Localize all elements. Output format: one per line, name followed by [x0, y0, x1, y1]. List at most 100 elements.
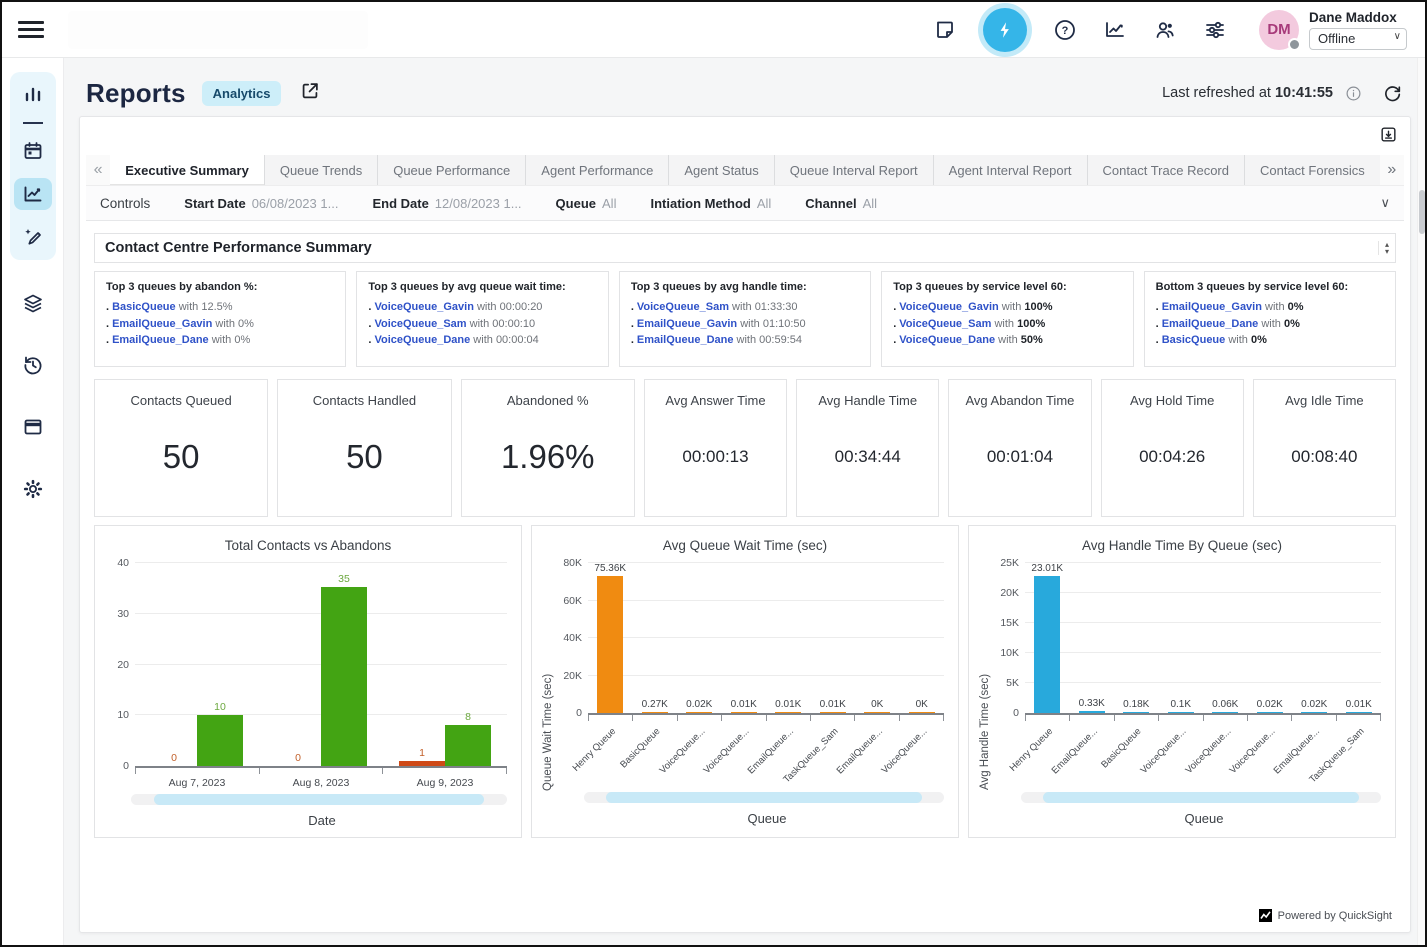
bar-emailqueue-1[interactable]	[1079, 711, 1105, 713]
chart-scrollbar-thumb[interactable]	[154, 794, 485, 805]
y-tick-label: 25K	[1000, 557, 1019, 569]
filter-end-date[interactable]: End Date12/08/2023 1...	[372, 196, 521, 211]
workspace-icon[interactable]	[20, 414, 46, 440]
tab-agent-status[interactable]: Agent Status	[668, 155, 773, 185]
chart-scrollbar-thumb[interactable]	[606, 792, 923, 803]
external-link-icon[interactable]	[299, 80, 321, 107]
window-scrollbar-thumb[interactable]	[1419, 190, 1425, 234]
y-axis-label: Avg Handle Time (sec)	[977, 563, 993, 831]
hamburger-menu-icon[interactable]	[18, 21, 44, 38]
settings-gear-icon[interactable]	[20, 476, 46, 502]
bullet: .	[106, 318, 109, 330]
filter-start-date[interactable]: Start Date06/08/2023 1...	[184, 196, 338, 211]
bar-basicqueue-2[interactable]	[1123, 712, 1149, 714]
queue-link[interactable]: EmailQueue_Gavin	[637, 318, 737, 330]
insight-line: .BasicQueue with 0%	[1156, 332, 1384, 349]
tab-executive-summary[interactable]: Executive Summary	[110, 155, 264, 185]
bar-voicequeue-2[interactable]	[686, 712, 712, 714]
queue-link[interactable]: VoiceQueue_Gavin	[374, 301, 473, 313]
tab-contact-trace-record[interactable]: Contact Trace Record	[1087, 155, 1244, 185]
download-icon[interactable]	[1379, 125, 1398, 149]
help-icon[interactable]: ?	[1053, 18, 1077, 42]
bar-henry-queue-0[interactable]	[1034, 576, 1060, 713]
analytics-icon[interactable]	[1103, 18, 1127, 42]
layers-icon[interactable]	[20, 290, 46, 316]
queue-link[interactable]: EmailQueue_Dane	[637, 334, 734, 346]
summary-scrollbar[interactable]: ▴ ▾	[1378, 241, 1389, 255]
tab-contact-forensics[interactable]: Contact Forensics	[1244, 155, 1380, 185]
bar-value-label: 0.02K	[686, 699, 712, 710]
bar-henry-queue-0[interactable]	[597, 576, 623, 713]
queue-link[interactable]: BasicQueue	[112, 301, 176, 313]
queue-link[interactable]: VoiceQueue_Gavin	[899, 301, 998, 313]
bar-emailqueue-4[interactable]	[775, 712, 801, 714]
insight-line: .EmailQueue_Dane with 0%	[1156, 316, 1384, 333]
design-icon[interactable]	[20, 224, 46, 250]
queue-link[interactable]: EmailQueue_Gavin	[112, 318, 212, 330]
chart-scrollbar-thumb[interactable]	[1043, 792, 1360, 803]
bar-chart-icon[interactable]	[20, 82, 46, 108]
tab-agent-performance[interactable]: Agent Performance	[525, 155, 668, 185]
bar-voicequeue-5[interactable]	[1257, 712, 1283, 714]
avatar[interactable]: DM	[1259, 10, 1299, 50]
tabs-prev-icon[interactable]: «	[86, 155, 110, 185]
trend-chart-icon[interactable]	[14, 178, 52, 210]
queue-link[interactable]: EmailQueue_Dane	[112, 334, 209, 346]
queue-link[interactable]: BasicQueue	[1162, 334, 1226, 346]
bar-voicequeue-3[interactable]	[731, 712, 757, 714]
bar-emailqueue-6[interactable]	[1301, 712, 1327, 714]
connector-text: with	[474, 301, 500, 313]
notes-icon[interactable]	[933, 18, 957, 42]
bar-taskqueue-sam-5[interactable]	[820, 712, 846, 714]
chart-total-contacts-vs-abandons: Total Contacts vs Abandons01020304001003…	[94, 525, 522, 838]
avatar-initials: DM	[1267, 21, 1290, 38]
queue-link[interactable]: VoiceQueue_Sam	[374, 318, 466, 330]
bar-taskqueue-sam-7[interactable]	[1346, 712, 1372, 714]
chart-scrollbar[interactable]	[1021, 792, 1381, 803]
tab-queue-interval-report[interactable]: Queue Interval Report	[774, 155, 933, 185]
bar-total-contacts[interactable]	[197, 715, 243, 766]
chart-title: Total Contacts vs Abandons	[103, 538, 513, 553]
tab-queue-trends[interactable]: Queue Trends	[264, 155, 377, 185]
filter-intiation-method[interactable]: Intiation MethodAll	[650, 196, 771, 211]
kpi-card-avg-hold-time: Avg Hold Time00:04:26	[1101, 379, 1244, 517]
insight-card-title: Top 3 queues by avg handle time:	[631, 281, 859, 293]
bar-value-label: 0.06K	[1212, 699, 1238, 710]
window-scrollbar[interactable]	[1417, 58, 1425, 945]
queue-link[interactable]: VoiceQueue_Dane	[899, 334, 995, 346]
kpi-label: Contacts Queued	[131, 393, 232, 408]
bar-total-contacts[interactable]	[445, 725, 491, 766]
tabs-next-icon[interactable]: »	[1380, 155, 1404, 185]
quick-flash-button[interactable]	[983, 8, 1027, 52]
bar-voicequeue-4[interactable]	[1212, 712, 1238, 714]
bar-emailqueue-6[interactable]	[864, 712, 890, 714]
bar-total-contacts[interactable]	[321, 587, 367, 766]
queue-link[interactable]: VoiceQueue_Sam	[899, 318, 991, 330]
chart-scrollbar[interactable]	[131, 794, 507, 805]
filter-queue[interactable]: QueueAll	[556, 196, 617, 211]
bar-abandons[interactable]	[399, 761, 445, 766]
status-select[interactable]: Offline	[1309, 28, 1407, 50]
calendar-icon[interactable]	[20, 138, 46, 164]
history-icon[interactable]	[20, 352, 46, 378]
refresh-icon[interactable]	[1382, 83, 1403, 104]
bar-basicqueue-1[interactable]	[642, 712, 668, 714]
insight-line: .VoiceQueue_Gavin with 100%	[893, 299, 1121, 316]
bar-wrap: 0.1K	[1159, 563, 1204, 713]
queue-link[interactable]: VoiceQueue_Dane	[374, 334, 470, 346]
bar-voicequeue-3[interactable]	[1168, 712, 1194, 714]
y-tick-label: 60K	[563, 595, 582, 607]
chart-scrollbar[interactable]	[584, 792, 944, 803]
queue-link[interactable]: EmailQueue_Dane	[1162, 318, 1259, 330]
insight-value: 100%	[1017, 318, 1045, 330]
tab-queue-performance[interactable]: Queue Performance	[377, 155, 525, 185]
queue-link[interactable]: EmailQueue_Gavin	[1162, 301, 1262, 313]
bar-voicequeue-7[interactable]	[909, 712, 935, 714]
preferences-icon[interactable]	[1203, 18, 1227, 42]
queue-link[interactable]: VoiceQueue_Sam	[637, 301, 729, 313]
info-icon[interactable]	[1345, 85, 1362, 102]
agents-icon[interactable]	[1153, 18, 1177, 42]
controls-collapse-icon[interactable]: ∨	[1380, 195, 1390, 211]
filter-channel[interactable]: ChannelAll	[805, 196, 877, 211]
tab-agent-interval-report[interactable]: Agent Interval Report	[933, 155, 1087, 185]
